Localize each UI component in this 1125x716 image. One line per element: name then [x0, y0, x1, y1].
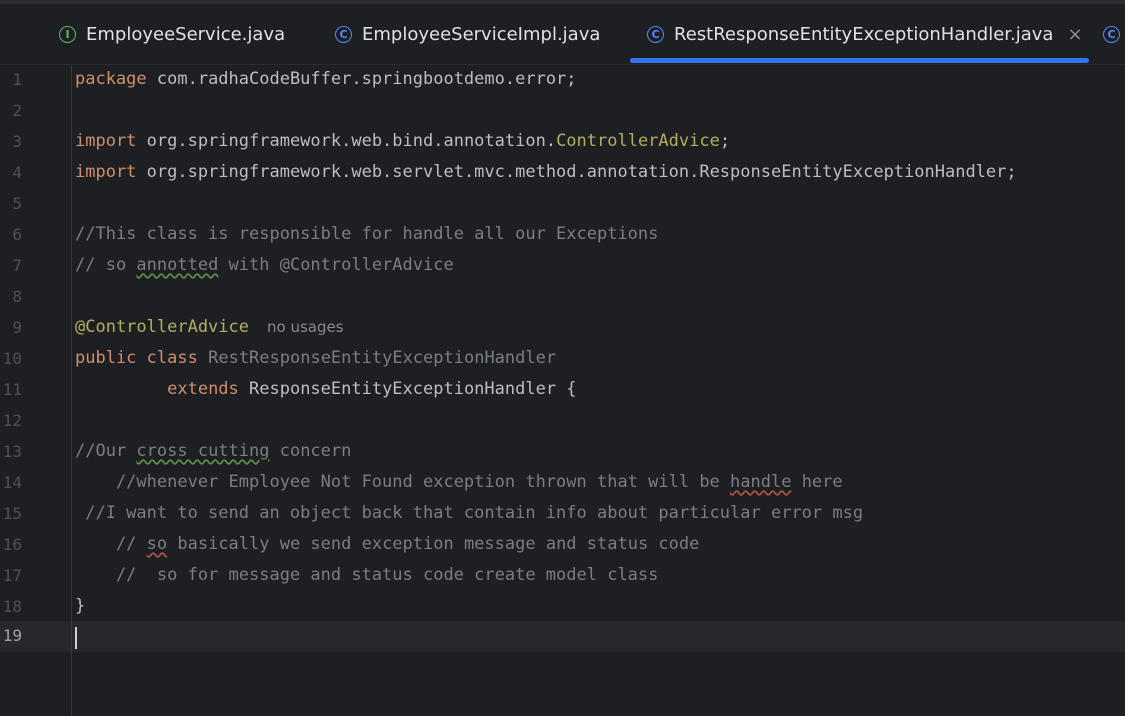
code-line: 8 [0, 282, 1125, 313]
usages-hint[interactable]: no usages [267, 318, 344, 336]
class-icon: C [647, 25, 664, 43]
close-tab-icon[interactable]: × [1067, 24, 1082, 45]
grammar-word: so [146, 534, 168, 554]
line-number: 7 [12, 256, 22, 275]
tab-label: EmployeeService.java [86, 23, 286, 45]
class-icon: C [1103, 25, 1120, 43]
comment-text: //I want to send an object back that con… [75, 503, 864, 523]
typo-word: cross cutting [136, 441, 270, 461]
code-text: extends ResponseEntityExceptionHandler { [167, 379, 577, 399]
line-number: 13 [2, 442, 22, 461]
line-number: 17 [2, 566, 22, 585]
active-tab-indicator [630, 58, 1089, 63]
comment-text: // so basically we send exception messag… [75, 534, 700, 554]
tab-label: EmployeeServiceImpl.java [362, 23, 601, 45]
code-text: package com.radhaCodeBuffer.springbootde… [75, 69, 577, 89]
code-line: 1 package com.radhaCodeBuffer.springboot… [0, 65, 1125, 96]
line-number: 10 [2, 349, 22, 368]
line-number: 6 [12, 225, 22, 244]
tab-employee-service[interactable]: I EmployeeService.java [59, 4, 285, 64]
code-text: import org.springframework.web.bind.anno… [75, 131, 731, 151]
line-number: 8 [12, 287, 22, 306]
line-number: 2 [12, 101, 22, 120]
line-number: 19 [2, 626, 22, 645]
comment-text: // so for message and status code create… [75, 565, 659, 585]
text-caret [75, 627, 77, 649]
code-line: 2 [0, 96, 1125, 127]
typo-word: annotted [136, 255, 219, 275]
line-number: 9 [12, 318, 22, 337]
code-line: 5 [0, 189, 1125, 220]
code-line: 4 import org.springframework.web.servlet… [0, 158, 1125, 189]
code-line: 10 public class RestResponseEntityExcept… [0, 344, 1125, 375]
code-text: } [75, 596, 86, 616]
comment-text: // so annotted with @ControllerAdvice [75, 255, 454, 275]
line-number: 15 [2, 504, 22, 523]
tab-rest-response-entity-exception-handler[interactable]: C RestResponseEntityExceptionHandler.jav… [647, 4, 1083, 64]
line-number: 4 [12, 163, 22, 182]
ide-window: I EmployeeService.java C EmployeeService… [0, 0, 1125, 716]
code-text: import org.springframework.web.servlet.m… [75, 162, 1017, 182]
code-line: 13 //Our cross cutting concern [0, 437, 1125, 468]
code-line: 17 // so for message and status code cre… [0, 561, 1125, 592]
code-line: 6 //This class is responsible for handle… [0, 220, 1125, 251]
code-text: @ControllerAdvice no usages [75, 317, 344, 337]
code-line: 14 //whenever Employee Not Found excepti… [0, 468, 1125, 499]
code-text: public class RestResponseEntityException… [75, 348, 557, 368]
code-line: 9 @ControllerAdvice no usages [0, 313, 1125, 344]
line-number: 16 [2, 535, 22, 554]
interface-icon: I [59, 25, 76, 43]
grammar-word: handle [730, 472, 792, 492]
code-line: 12 [0, 406, 1125, 437]
line-number: 12 [2, 411, 22, 430]
line-number: 18 [2, 597, 22, 616]
line-number: 5 [12, 194, 22, 213]
code-line: 3 import org.springframework.web.bind.an… [0, 127, 1125, 158]
tab-label: RestResponseEntityExceptionHandler.java [674, 23, 1054, 45]
editor-tab-bar: I EmployeeService.java C EmployeeService… [0, 4, 1125, 65]
code-editor[interactable]: 1 package com.radhaCodeBuffer.springboot… [0, 65, 1125, 716]
comment-text: //whenever Employee Not Found exception … [75, 472, 843, 492]
class-icon: C [335, 25, 352, 43]
line-number: 1 [12, 70, 22, 89]
comment-text: //This class is responsible for handle a… [75, 224, 659, 244]
code-line: 11 extends ResponseEntityExceptionHandle… [0, 375, 1125, 406]
line-number: 14 [2, 473, 22, 492]
code-line: 7 // so annotted with @ControllerAdvice [0, 251, 1125, 282]
line-number: 11 [2, 380, 22, 399]
code-line: 18 } [0, 592, 1125, 623]
tab-overflow[interactable]: C [1103, 4, 1120, 64]
code-line: 15 //I want to send an object back that … [0, 499, 1125, 530]
code-line: 16 // so basically we send exception mes… [0, 530, 1125, 561]
line-number: 3 [12, 132, 22, 151]
comment-text: //Our cross cutting concern [75, 441, 352, 461]
tab-employee-service-impl[interactable]: C EmployeeServiceImpl.java [335, 4, 600, 64]
code-line-current: 19 [0, 621, 1125, 652]
